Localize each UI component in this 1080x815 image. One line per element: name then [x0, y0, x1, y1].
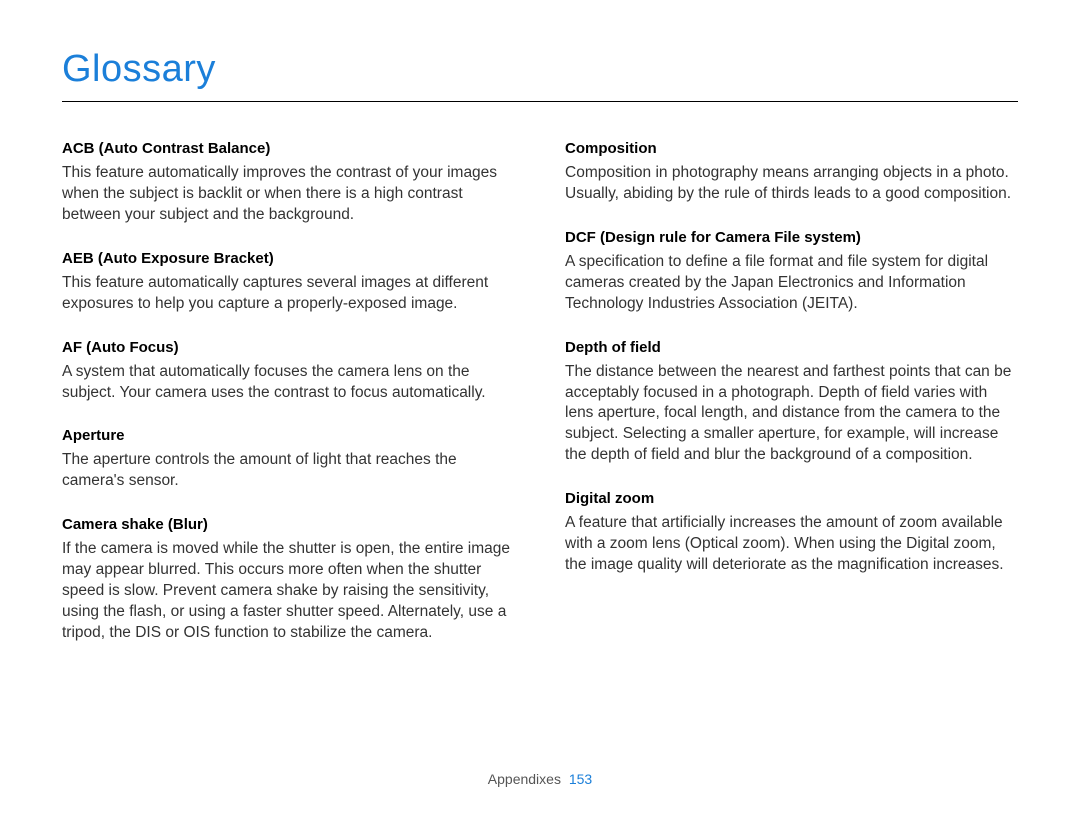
glossary-entry: Depth of field The distance between the n… — [565, 339, 1018, 467]
glossary-term: Digital zoom — [565, 490, 1018, 507]
glossary-definition: A feature that artificially increases th… — [565, 513, 1018, 576]
glossary-entry: AF (Auto Focus) A system that automatical… — [62, 339, 515, 404]
glossary-definition: A system that automatically focuses the … — [62, 362, 515, 404]
glossary-definition: This feature automatically captures seve… — [62, 273, 515, 315]
footer-section: Appendixes — [488, 771, 561, 787]
glossary-entry: Composition Composition in photography me… — [565, 140, 1018, 205]
footer: Appendixes 153 — [0, 771, 1080, 787]
glossary-term: Aperture — [62, 427, 515, 444]
glossary-definition: This feature automatically improves the … — [62, 163, 515, 226]
footer-page: 153 — [569, 771, 592, 787]
page: Glossary ACB (Auto Contrast Balance) This… — [0, 0, 1080, 815]
glossary-definition: If the camera is moved while the shutter… — [62, 539, 515, 644]
glossary-term: Composition — [565, 140, 1018, 157]
glossary-entry: Aperture The aperture controls the amount… — [62, 427, 515, 492]
glossary-term: AEB (Auto Exposure Bracket) — [62, 250, 515, 267]
glossary-term: Camera shake (Blur) — [62, 516, 515, 533]
glossary-entry: DCF (Design rule for Camera File system)… — [565, 229, 1018, 315]
glossary-entry: Digital zoom A feature that artificially … — [565, 490, 1018, 576]
glossary-entry: Camera shake (Blur) If the camera is move… — [62, 516, 515, 644]
glossary-definition: The aperture controls the amount of ligh… — [62, 450, 515, 492]
glossary-term: ACB (Auto Contrast Balance) — [62, 140, 515, 157]
glossary-term: Depth of field — [565, 339, 1018, 356]
glossary-entry: AEB (Auto Exposure Bracket) This feature … — [62, 250, 515, 315]
left-column: ACB (Auto Contrast Balance) This feature … — [62, 140, 515, 668]
glossary-definition: A specification to define a file format … — [565, 252, 1018, 315]
glossary-definition: Composition in photography means arrangi… — [565, 163, 1018, 205]
page-title: Glossary — [62, 48, 1018, 99]
glossary-term: DCF (Design rule for Camera File system) — [565, 229, 1018, 246]
title-rule — [62, 101, 1018, 102]
columns: ACB (Auto Contrast Balance) This feature … — [62, 140, 1018, 668]
glossary-term: AF (Auto Focus) — [62, 339, 515, 356]
glossary-entry: ACB (Auto Contrast Balance) This feature … — [62, 140, 515, 226]
glossary-definition: The distance between the nearest and far… — [565, 362, 1018, 467]
right-column: Composition Composition in photography me… — [565, 140, 1018, 668]
